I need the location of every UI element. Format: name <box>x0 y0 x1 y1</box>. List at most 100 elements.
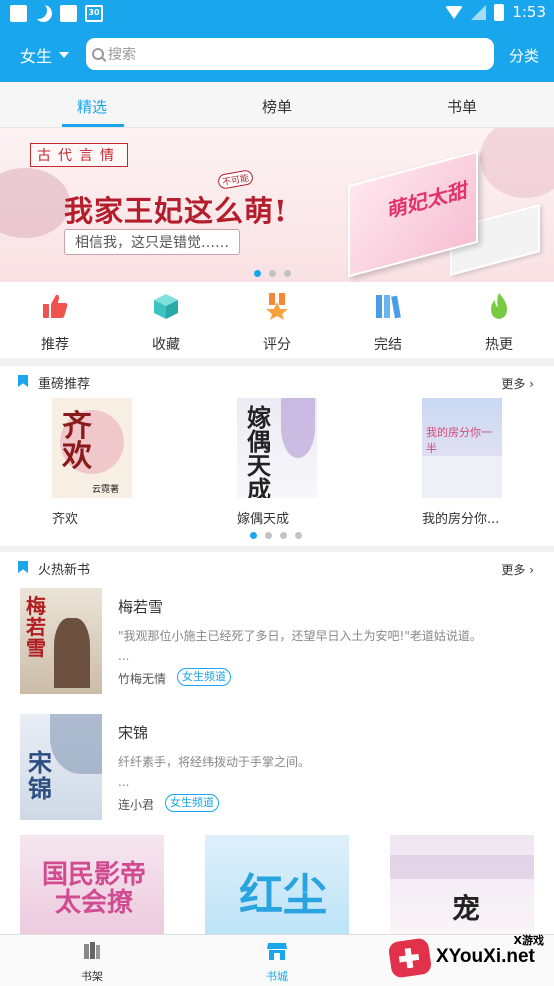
top-bar: 女生 搜索 分类 <box>0 28 554 82</box>
banner-tag: 古代言情 <box>30 143 128 167</box>
books-icon <box>376 295 401 319</box>
book-cover: 宋锦 <box>20 714 102 820</box>
decoration <box>0 168 70 238</box>
cover-art <box>422 456 502 498</box>
search-bar[interactable]: 搜索 <box>86 38 494 70</box>
tab-selected[interactable]: 精选 <box>52 96 132 117</box>
cover-author: 云霓著 <box>92 485 120 495</box>
list-item[interactable]: 宋锦 宋锦 纤纤素手，将经纬拨动于手掌之间。... 连小君 女生频道 <box>0 714 554 840</box>
search-icon <box>92 48 104 60</box>
gender-selector[interactable]: 女生 <box>20 43 70 67</box>
calendar-icon: 30 <box>85 5 103 22</box>
cover-title: 梅若雪 <box>26 594 46 660</box>
category-label: 热更 <box>485 337 513 353</box>
store-icon <box>267 943 287 960</box>
book-cover[interactable]: 红尘 <box>205 835 349 934</box>
pager-dot[interactable] <box>269 270 276 277</box>
caret-down-icon <box>59 52 70 58</box>
category-label: 评分 <box>263 337 291 353</box>
cover-art <box>390 855 534 879</box>
book-title[interactable]: 嫁偶天成 <box>237 508 289 527</box>
category-rating[interactable]: 评分 <box>232 292 322 354</box>
tab-booklists[interactable]: 书单 <box>422 96 502 117</box>
book-description: "我观那位小施主已经死了多日，还望早日入土为安吧!"老道姑说道。... <box>118 629 482 663</box>
tab-bar: 精选 榜单 书单 <box>0 82 554 128</box>
banner-title: 我家王妃这么萌! <box>64 194 288 228</box>
cover-art <box>281 398 315 458</box>
category-hot-updates[interactable]: 热更 <box>454 292 544 354</box>
pager-dot[interactable] <box>284 270 291 277</box>
nav-bookstore[interactable]: 书城 <box>237 941 317 984</box>
more-link[interactable]: 更多 › <box>501 375 534 392</box>
nav-bookshelf[interactable]: 书架 <box>52 941 132 984</box>
wifi-icon <box>445 5 464 19</box>
status-bar: 30 1:53 <box>0 0 554 28</box>
search-placeholder: 搜索 <box>108 47 136 63</box>
cover-title: 国民影帝太会撩 <box>41 860 146 918</box>
book-cover[interactable]: 齐欢 云霓著 <box>52 398 132 498</box>
signal-icon <box>471 4 487 20</box>
book-cover[interactable]: 我的房分你一半 <box>422 398 502 498</box>
bookmark-icon <box>18 561 28 573</box>
pager-dot[interactable] <box>254 270 261 277</box>
pager-dot[interactable] <box>250 532 257 539</box>
more-link[interactable]: 更多 › <box>501 561 534 578</box>
book-description: 纤纤素手，将经纬拨动于手掌之间。... <box>118 755 311 789</box>
cover-title: 嫁偶天成 <box>247 403 271 499</box>
book-title: 宋锦 <box>118 724 149 742</box>
section-header: 重磅推荐 更多 › <box>0 366 554 396</box>
flame-icon <box>491 293 507 319</box>
pager-dot[interactable] <box>295 532 302 539</box>
medal-icon <box>266 293 288 320</box>
book-title[interactable]: 我的房分你... <box>422 508 499 527</box>
pager-dot[interactable] <box>265 532 272 539</box>
book-cover: 梅若雪 <box>20 588 102 694</box>
category-row: 推荐 收藏 评分 完结 热更 <box>0 282 554 358</box>
hot-section: 火热新书 更多 › 梅若雪 梅若雪 "我观那位小施主已经死了多日，还望早日入土为… <box>0 552 554 934</box>
gender-label: 女生 <box>20 47 53 66</box>
banner-subtitle: 相信我，这只是错觉…… <box>64 229 240 255</box>
category-label: 推荐 <box>41 337 69 353</box>
book-cover[interactable]: 国民影帝太会撩 <box>20 835 164 934</box>
category-finished[interactable]: 完结 <box>343 292 433 354</box>
book-cover[interactable]: 宠 <box>390 835 534 934</box>
channel-badge: 女生频道 <box>165 794 219 812</box>
tab-indicator <box>62 124 124 127</box>
book-title: 梅若雪 <box>118 598 164 616</box>
category-recommend[interactable]: 推荐 <box>10 292 100 354</box>
book-title[interactable]: 齐欢 <box>52 508 78 527</box>
gamepad-logo-icon <box>387 937 433 979</box>
classify-button[interactable]: 分类 <box>509 45 539 66</box>
thumbs-up-icon <box>43 294 68 318</box>
notification-icon <box>60 5 77 22</box>
cover-title: 齐欢 <box>62 409 92 474</box>
cover-title: 宋锦 <box>28 748 52 803</box>
pager-dot[interactable] <box>280 532 287 539</box>
box-icon <box>154 294 178 319</box>
cover-title: 宠 <box>452 892 481 925</box>
banner-book-title: 萌妃太甜 <box>388 177 468 223</box>
list-item[interactable]: 梅若雪 梅若雪 "我观那位小施主已经死了多日，还望早日入土为安吧!"老道姑说道。… <box>0 588 554 714</box>
nav-label: 书架 <box>81 970 103 983</box>
nav-label: 书城 <box>266 970 288 983</box>
watermark: X游戏 XYouXi.net <box>384 930 554 986</box>
section-title: 重磅推荐 <box>38 377 91 392</box>
category-label: 收藏 <box>152 337 180 353</box>
cover-title: 红尘 <box>239 870 327 921</box>
banner-badge: 不可能 <box>216 169 255 190</box>
cover-title: 我的房分你一半 <box>426 426 492 455</box>
featured-section: 重磅推荐 更多 › 齐欢 云霓著 齐欢 嫁偶天成 嫁偶天成 我的房分你一半 我的… <box>0 366 554 546</box>
decoration <box>480 128 554 198</box>
channel-badge: 女生频道 <box>177 668 231 686</box>
category-collect[interactable]: 收藏 <box>121 292 211 354</box>
banner-pager <box>254 270 291 277</box>
battery-icon <box>494 3 505 21</box>
section-title: 火热新书 <box>38 563 91 578</box>
cover-art <box>54 618 90 688</box>
status-time: 1:53 <box>512 3 546 21</box>
bookshelf-icon <box>84 942 100 959</box>
bookmark-icon <box>18 375 28 387</box>
promo-banner[interactable]: 古代言情 不可能 我家王妃这么萌! 相信我，这只是错觉…… 萌妃太甜 <box>0 128 554 282</box>
tab-rankings[interactable]: 榜单 <box>237 96 317 117</box>
book-cover[interactable]: 嫁偶天成 <box>237 398 317 498</box>
